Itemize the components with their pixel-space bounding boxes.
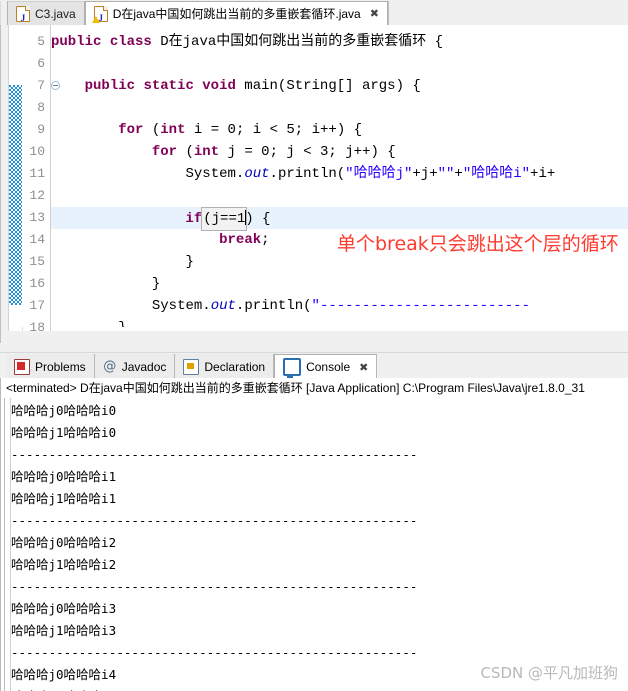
eclipse-window: C3.java D在java中国如何跳出当前的多重嵌套循环.java ✖ 456… (0, 0, 628, 691)
java-file-warning-icon (91, 5, 108, 30)
line-number-row: 13 (22, 207, 50, 229)
view-tab-bar: Problems @ Javadoc Declaration Console ✖ (0, 352, 628, 379)
console-output-line: 哈哈哈j0哈哈哈i2 (11, 535, 117, 550)
console-output-line: 哈哈哈j0哈哈哈i4 (11, 667, 117, 682)
code-line[interactable]: public class D在java中国如何跳出当前的多重嵌套循环 { (51, 31, 628, 53)
console-output[interactable]: 哈哈哈j0哈哈哈i0 哈哈哈j1哈哈哈i0 --------------------… (11, 398, 628, 691)
line-number-row: 9 (22, 119, 50, 141)
code-line[interactable] (51, 185, 628, 207)
code-text-area[interactable]: public class D在java中国如何跳出当前的多重嵌套循环 { pub… (51, 25, 628, 327)
line-number: 13 (29, 210, 45, 225)
code-line[interactable]: if(j==1) { (51, 207, 628, 231)
code-line[interactable]: public static void main(String[] args) { (51, 75, 628, 97)
close-icon[interactable]: ✖ (370, 2, 379, 26)
view-tab-label: Declaration (204, 359, 266, 374)
line-number-row: 12 (22, 185, 50, 207)
console-output-line: 哈哈哈j1哈哈哈i4 (11, 686, 628, 691)
line-number-row: 5 (22, 31, 50, 53)
close-icon[interactable]: ✖ (359, 361, 368, 374)
editor-tab-label: D在java中国如何跳出当前的多重嵌套循环.java (112, 6, 361, 21)
code-editor[interactable]: 4567891011121314151617181920 public clas… (0, 25, 628, 343)
console-icon (283, 358, 302, 379)
view-tab-label: Console (306, 360, 351, 374)
line-number: 9 (37, 122, 45, 137)
tab-declaration[interactable]: Declaration (175, 354, 275, 379)
java-file-icon (16, 5, 30, 30)
editor-left-rail (1, 25, 9, 343)
editor-bottom-edge (1, 331, 628, 343)
tab-javadoc[interactable]: @ Javadoc (94, 354, 176, 379)
line-number: 17 (29, 298, 45, 313)
view-tab-filler (377, 354, 628, 379)
red-annotation-text: 单个break只会跳出这个层的循环 (337, 233, 619, 255)
javadoc-icon: @ (103, 358, 117, 374)
line-number-gutter: 4567891011121314151617181920 (22, 25, 60, 343)
line-number: 15 (29, 254, 45, 269)
editor-tab-bar: C3.java D在java中国如何跳出当前的多重嵌套循环.java ✖ (0, 0, 628, 30)
line-number: 11 (29, 166, 45, 181)
line-number-row: 10 (22, 141, 50, 163)
code-line[interactable]: System.out.println("--------------------… (51, 295, 628, 317)
line-number-row: 14 (22, 229, 50, 251)
console-output-line: 哈哈哈j1哈哈哈i2 (11, 557, 117, 572)
line-number: 7 (37, 78, 45, 93)
tab-bar-left-edge (0, 1, 8, 25)
line-number: 16 (29, 276, 45, 291)
editor-tab-label: C3.java (35, 6, 76, 21)
code-line[interactable]: } (51, 273, 628, 295)
line-number: 12 (29, 188, 45, 203)
console-output-line: 哈哈哈j1哈哈哈i1 (11, 491, 117, 506)
console-output-line: 哈哈哈j1哈哈哈i3 (11, 623, 117, 638)
code-line[interactable]: for (int j = 0; j < 3; j++) { (51, 141, 628, 163)
editor-tab-c3[interactable]: C3.java (8, 1, 85, 30)
console-left-rail (1, 398, 11, 691)
line-number: 6 (37, 56, 45, 71)
line-number-row: 17 (22, 295, 50, 317)
line-number-row: 8 (22, 97, 50, 119)
declaration-icon (183, 358, 200, 375)
line-number-row: 6 (22, 53, 50, 75)
tab-bar-filler (387, 1, 628, 25)
line-number-row: 11 (22, 163, 50, 185)
code-line[interactable] (51, 97, 628, 119)
console-separator-line: ----------------------------------------… (11, 513, 418, 528)
line-number-row: 16 (22, 273, 50, 295)
view-tab-label: Javadoc (121, 359, 167, 374)
console-output-line: 哈哈哈j0哈哈哈i1 (11, 469, 117, 484)
code-line[interactable]: } (51, 317, 628, 327)
console-output-line: 哈哈哈j0哈哈哈i0 (11, 403, 117, 418)
console-separator-line: ----------------------------------------… (11, 447, 418, 462)
warning-triangle-icon (91, 15, 100, 23)
console-output-line: 哈哈哈j1哈哈哈i0 (11, 425, 117, 440)
view-tab-label: Problems (35, 359, 86, 374)
code-line[interactable]: for (int i = 0; i < 5; i++) { (51, 119, 628, 141)
code-line[interactable]: System.out.println("哈哈哈j"+j+""+"哈哈哈i"+i+ (51, 163, 628, 185)
code-line[interactable] (51, 53, 628, 75)
console-panel[interactable]: <terminated> D在java中国如何跳出当前的多重嵌套循环 [Java… (0, 378, 628, 691)
console-separator-line: ----------------------------------------… (11, 645, 418, 660)
console-launch-header: <terminated> D在java中国如何跳出当前的多重嵌套循环 [Java… (1, 378, 628, 398)
console-output-line: 哈哈哈j0哈哈哈i3 (11, 601, 117, 616)
line-number-row: 15 (22, 251, 50, 273)
line-number: 10 (29, 144, 45, 159)
line-number: 5 (37, 34, 45, 49)
problems-icon (14, 358, 30, 375)
tab-problems[interactable]: Problems (6, 354, 95, 379)
line-number-row: 7 (22, 75, 60, 97)
tab-console[interactable]: Console ✖ (274, 354, 378, 379)
line-number: 14 (29, 232, 45, 247)
line-number: 8 (37, 100, 45, 115)
editor-tab-active-file[interactable]: D在java中国如何跳出当前的多重嵌套循环.java ✖ (84, 1, 388, 30)
console-separator-line: ----------------------------------------… (11, 579, 418, 594)
